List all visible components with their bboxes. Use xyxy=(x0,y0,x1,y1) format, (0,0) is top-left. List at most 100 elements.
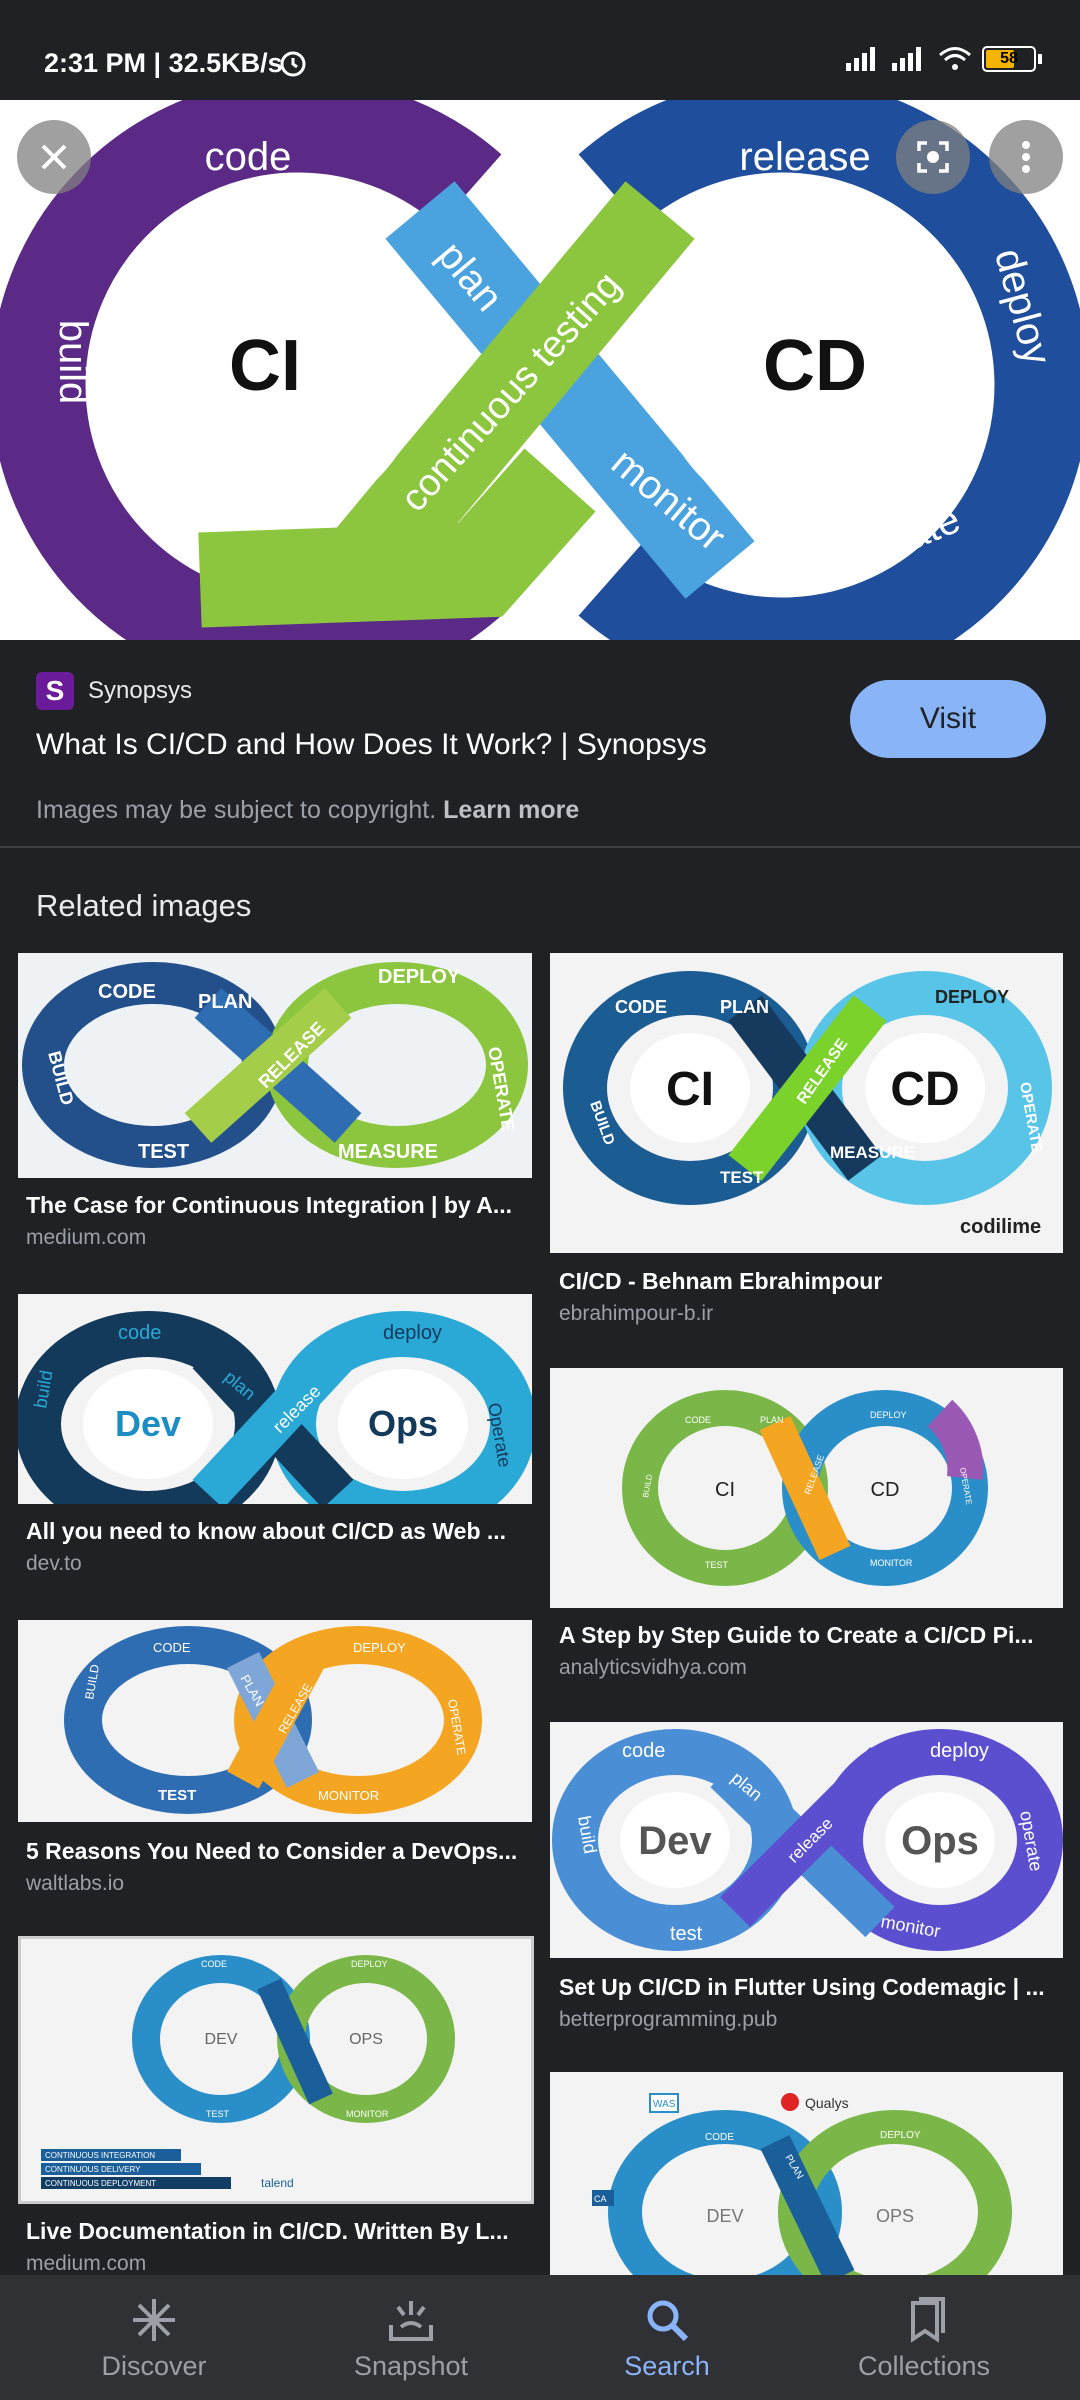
svg-text:CODE: CODE xyxy=(201,1959,227,1969)
signal-icon xyxy=(846,47,875,71)
related-source-7: medium.com xyxy=(26,2252,147,2275)
battery-level: 58 xyxy=(1000,50,1018,67)
svg-text:MEASURE: MEASURE xyxy=(830,1143,915,1162)
svg-text:deploy: deploy xyxy=(930,1740,989,1762)
nav-discover[interactable]: Discover xyxy=(19,2275,289,2400)
result-source[interactable]: S Synopsys xyxy=(36,672,192,710)
svg-text:codilime: codilime xyxy=(960,1216,1041,1238)
hero-word-release: release xyxy=(739,135,870,179)
close-button[interactable] xyxy=(17,120,91,194)
svg-text:CODE: CODE xyxy=(685,1415,711,1425)
svg-text:DEV: DEV xyxy=(205,2031,238,2048)
related-source-4: analyticsvidhya.com xyxy=(559,1656,747,1679)
svg-text:PLAN: PLAN xyxy=(720,997,769,1017)
svg-text:DEPLOY: DEPLOY xyxy=(870,1410,907,1420)
more-options-button[interactable] xyxy=(989,120,1063,194)
related-image-1[interactable]: CODE PLAN RELEASE DEPLOY OPERATE MEASURE… xyxy=(18,953,532,1178)
svg-text:CA: CA xyxy=(594,2194,607,2204)
svg-text:CONTINUOUS DELIVERY: CONTINUOUS DELIVERY xyxy=(45,2165,141,2174)
result-title[interactable]: What Is CI/CD and How Does It Work? | Sy… xyxy=(36,728,707,762)
collections-icon xyxy=(911,2297,945,2343)
more-vert-icon xyxy=(1022,141,1030,173)
svg-text:DEPLOY: DEPLOY xyxy=(880,2130,921,2141)
svg-text:TEST: TEST xyxy=(206,2109,230,2119)
bottom-nav: Discover Snapshot Search Collections xyxy=(0,2275,1080,2400)
svg-text:OPS: OPS xyxy=(349,2031,383,2048)
svg-text:talend: talend xyxy=(261,2176,294,2190)
related-title-1[interactable]: The Case for Continuous Integration | by… xyxy=(26,1192,526,1219)
preview-image[interactable]: CI CD code build plan continuous testing… xyxy=(0,100,1080,640)
related-image-3[interactable]: Dev Ops code plan release deploy Operate… xyxy=(18,1294,532,1504)
battery-icon: 58 xyxy=(982,46,1042,72)
svg-text:MEASURE: MEASURE xyxy=(338,1141,438,1163)
svg-text:TEST: TEST xyxy=(158,1787,196,1804)
svg-text:CODE: CODE xyxy=(615,997,667,1017)
svg-text:CI: CI xyxy=(666,1063,714,1116)
svg-text:TEST: TEST xyxy=(705,1560,729,1570)
related-title-6[interactable]: Set Up CI/CD in Flutter Using Codemagic … xyxy=(559,1974,1059,2001)
svg-text:CD: CD xyxy=(871,1479,900,1501)
svg-text:test: test xyxy=(670,1923,703,1945)
snapshot-icon xyxy=(389,2301,433,2341)
svg-text:PLAN: PLAN xyxy=(198,991,252,1013)
svg-text:CODE: CODE xyxy=(98,981,156,1003)
svg-text:MONITOR: MONITOR xyxy=(318,1788,379,1803)
svg-text:DEPLOY: DEPLOY xyxy=(353,1640,406,1655)
svg-text:DEPLOY: DEPLOY xyxy=(378,966,461,988)
svg-text:Dev: Dev xyxy=(115,1403,181,1444)
svg-text:CI: CI xyxy=(715,1479,735,1501)
related-image-6[interactable]: Dev Ops code plan release deploy operate… xyxy=(550,1722,1063,1958)
related-image-4[interactable]: CI CD CODE PLAN RELEASE DEPLOY OPERATE M… xyxy=(550,1368,1063,1608)
system-icons: 58 xyxy=(846,46,1042,72)
svg-text:DEPLOY: DEPLOY xyxy=(935,987,1009,1007)
svg-text:PLAN: PLAN xyxy=(760,1415,784,1425)
svg-text:Dev: Dev xyxy=(638,1819,712,1863)
svg-text:Qualys: Qualys xyxy=(805,2095,849,2111)
svg-text:CONTINUOUS DEPLOYMENT: CONTINUOUS DEPLOYMENT xyxy=(45,2179,156,2188)
related-image-2[interactable]: CI CD CODE PLAN RELEASE DEPLOY OPERATE M… xyxy=(550,953,1063,1253)
hero-word-cd: CD xyxy=(763,326,867,406)
svg-text:DEPLOY: DEPLOY xyxy=(351,1959,388,1969)
related-heading: Related images xyxy=(36,888,252,923)
svg-text:CONTINUOUS INTEGRATION: CONTINUOUS INTEGRATION xyxy=(45,2151,155,2160)
copyright-notice: Images may be subject to copyright. Lear… xyxy=(36,796,580,824)
related-image-8[interactable]: WAS Qualys CODE PLAN DEPLOY CA DEV OPS xyxy=(550,2072,1063,2277)
svg-text:code: code xyxy=(118,1322,161,1344)
related-title-4[interactable]: A Step by Step Guide to Create a CI/CD P… xyxy=(559,1622,1059,1649)
related-title-3[interactable]: All you need to know about CI/CD as Web … xyxy=(26,1518,526,1545)
svg-text:MONITOR: MONITOR xyxy=(870,1558,913,1568)
nav-search[interactable]: Search xyxy=(532,2275,802,2400)
svg-text:MONITOR: MONITOR xyxy=(346,2109,389,2119)
nav-snapshot[interactable]: Snapshot xyxy=(276,2275,546,2400)
related-image-7[interactable]: DEV OPS CODE DEPLOY TEST MONITOR CONTINU… xyxy=(18,1936,534,2204)
svg-text:Ops: Ops xyxy=(901,1819,979,1863)
status-bar: 2:31 PM | 32.5KB/s 58 xyxy=(0,0,1080,100)
source-name: Synopsys xyxy=(88,677,193,704)
related-title-5[interactable]: 5 Reasons You Need to Consider a DevOps.… xyxy=(26,1838,526,1865)
svg-text:TEST: TEST xyxy=(138,1141,189,1163)
nav-collections[interactable]: Collections xyxy=(789,2275,1059,2400)
close-icon xyxy=(41,144,67,170)
hero-word-build: build xyxy=(51,320,95,405)
svg-text:deploy: deploy xyxy=(383,1322,442,1344)
related-source-5: waltlabs.io xyxy=(26,1872,125,1895)
alarm-icon xyxy=(278,48,308,83)
related-title-7[interactable]: Live Documentation in CI/CD. Written By … xyxy=(26,2218,526,2245)
hero-word-code: code xyxy=(205,135,292,179)
related-title-2[interactable]: CI/CD - Behnam Ebrahimpour xyxy=(559,1268,1059,1295)
svg-text:CD: CD xyxy=(890,1063,959,1116)
related-source-3: dev.to xyxy=(26,1552,82,1575)
synopsys-favicon-icon: S xyxy=(36,672,74,710)
related-source-2: ebrahimpour-b.ir xyxy=(559,1302,714,1325)
visit-button[interactable]: Visit xyxy=(850,680,1046,758)
search-icon xyxy=(647,2300,689,2342)
learn-more-link[interactable]: Learn more xyxy=(443,796,579,824)
svg-text:OPS: OPS xyxy=(876,2206,914,2226)
lens-button[interactable] xyxy=(896,120,970,194)
related-image-5[interactable]: CODE PLAN RELEASE DEPLOY OPERATE MONITOR… xyxy=(18,1620,532,1822)
svg-text:Ops: Ops xyxy=(368,1403,438,1444)
related-source-6: betterprogramming.pub xyxy=(559,2008,778,2031)
wifi-icon xyxy=(939,47,971,70)
asterisk-icon xyxy=(133,2299,175,2341)
svg-text:CODE: CODE xyxy=(153,1640,191,1655)
